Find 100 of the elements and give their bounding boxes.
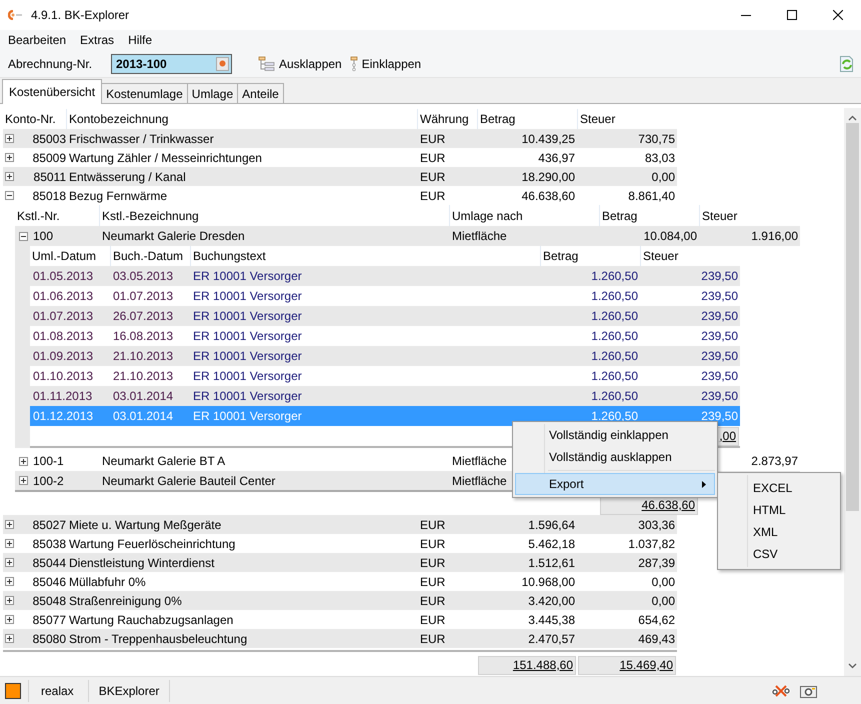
app-logo-icon: [8, 10, 23, 20]
table-cell-text: 5.462,18: [527, 536, 576, 550]
table-cell-text: 8.861,40: [627, 188, 676, 202]
table-cell-text: 1.260,50: [590, 309, 639, 323]
menu-item[interactable]: HTML: [720, 499, 838, 521]
expand-icon[interactable]: [5, 558, 14, 567]
menu-item[interactable]: XML: [720, 521, 838, 543]
table-cell-text: 03.01.2014: [112, 409, 174, 423]
table-row[interactable]: 01.09.2013 21.10.2013 ER 10001 Versorger 1.260,50 239,50: [30, 346, 740, 366]
table-cell-text: 0,00: [650, 574, 676, 588]
table-cell-text: ER 10001 Versorger: [192, 269, 303, 283]
table-row[interactable]: 85027 Miete u. Wartung Meßgeräte EUR 1.596,64 303,36: [3, 515, 677, 534]
field-label: Abrechnung-Nr.: [8, 56, 94, 70]
expand-icon[interactable]: [5, 615, 14, 624]
column-header[interactable]: Uml.-Datum: [30, 246, 110, 266]
table-row[interactable]: 85003 Frischwasser / Trinkwasser EUR 10.439,25 730,75: [3, 129, 677, 148]
scrollbar-thumb[interactable]: [846, 123, 859, 511]
table-row[interactable]: 01.07.2013 26.07.2013 ER 10001 Versorger 1.260,50 239,50: [30, 306, 740, 326]
collapse-all-button[interactable]: Einklappen: [346, 52, 426, 74]
table-row[interactable]: 85011 Entwässerung / Kanal EUR 18.290,00 0,00: [3, 167, 677, 186]
export-icon[interactable]: [772, 684, 790, 698]
table-row[interactable]: 85080 Strom - Treppenhausbeleuchtung EUR 2.470,57 469,43: [3, 629, 677, 648]
table-row[interactable]: 01.11.2013 03.01.2014 ER 10001 Versorger 1.260,50 239,50: [30, 386, 740, 406]
expand-icon[interactable]: [5, 634, 14, 643]
table-cell: 100-1: [33, 454, 64, 468]
table-cell: 85038: [32, 536, 66, 550]
table-cell-text: 03.05.2013: [112, 269, 174, 283]
collapse-icon[interactable]: [19, 232, 28, 240]
menu-item[interactable]: Bearbeiten: [1, 33, 74, 47]
camera-icon[interactable]: [800, 684, 817, 698]
table-cell-text: 03.01.2014: [112, 389, 174, 403]
table-cell-text: ER 10001 Versorger: [192, 409, 303, 423]
table-row[interactable]: 01.08.2013 16.08.2013 ER 10001 Versorger 1.260,50 239,50: [30, 326, 740, 346]
menu-item[interactable]: CSV: [720, 543, 838, 565]
table-cell-text: Mietfläche: [451, 454, 508, 468]
table-cell-text: ER 10001 Versorger: [192, 349, 303, 363]
table-cell: 85046: [32, 574, 66, 588]
tab[interactable]: Kostenumlage: [101, 83, 188, 103]
expand-icon[interactable]: [19, 456, 28, 466]
table-cell-text: 0,00: [650, 594, 676, 608]
expand-icon[interactable]: [5, 520, 14, 529]
expand-icon[interactable]: [5, 153, 14, 162]
expand-all-button[interactable]: Ausklappen: [254, 52, 346, 74]
expand-icon[interactable]: [19, 476, 28, 485]
expand-icon[interactable]: [5, 539, 14, 548]
table-cell-text: 239,50: [700, 409, 739, 423]
status-square-icon: [5, 682, 21, 698]
table-cell-text: 730,75: [637, 132, 676, 146]
table-cell-text: Mietfläche: [451, 474, 508, 488]
table-cell-text: 436,97: [537, 150, 576, 164]
tab[interactable]: Kostenübersicht: [2, 79, 102, 104]
tab[interactable]: Umlage: [186, 83, 238, 103]
table-cell-text: 10.968,00: [520, 574, 576, 588]
dropdown-button[interactable]: [216, 56, 229, 70]
collapse-icon[interactable]: [5, 191, 14, 200]
column-header[interactable]: Kstl.-Nr.: [15, 205, 99, 226]
table-cell-text: EUR: [419, 594, 446, 608]
table-row[interactable]: 85044 Dienstleistung Winterdienst EUR 1.512,61 287,39: [3, 553, 677, 572]
table-row[interactable]: 01.05.2013 03.05.2013 ER 10001 Versorger 1.260,50 239,50: [30, 266, 740, 286]
table-cell-text: 01.07.2013: [32, 309, 94, 323]
table-cell-text: ER 10001 Versorger: [192, 309, 303, 323]
table-cell-text: 01.08.2013: [32, 329, 94, 343]
expand-icon[interactable]: [5, 172, 14, 181]
column-header[interactable]: Konto-Nr.: [3, 109, 66, 129]
menu-item[interactable]: Hilfe: [121, 33, 160, 47]
menu-item[interactable]: Extras: [73, 33, 122, 47]
table-cell-text: Wartung Zähler / Messeinrichtungen: [68, 150, 263, 164]
table-cell-text: Müllabfuhr 0%: [68, 574, 147, 588]
table-cell-text: 469,43: [637, 632, 676, 646]
dot-icon: [219, 60, 226, 67]
expand-icon[interactable]: [5, 596, 14, 605]
table-cell: 85048: [32, 594, 66, 608]
table-row[interactable]: 100 Neumarkt Galerie Dresden Mietfläche 10.084,00 1.916,00: [15, 226, 800, 246]
table-cell-text: 239,50: [700, 289, 739, 303]
table-cell-text: Wartung Feuerlöscheinrichtung: [68, 536, 236, 550]
table-cell-text: Bezug Fernwärme: [68, 188, 168, 202]
table-cell-text: Entwässerung / Kanal: [68, 170, 187, 184]
table-cell-text: 1.260,50: [590, 369, 639, 383]
table-cell-text: 46.638,60: [520, 188, 576, 202]
table-cell-text: 1.916,00: [750, 229, 799, 243]
table-cell-text: 2.873,97: [750, 454, 799, 468]
menu-item[interactable]: Export: [515, 473, 715, 495]
table-row[interactable]: 85048 Straßenreinigung 0% EUR 3.420,00 0,00: [3, 591, 677, 610]
table-cell-text: EUR: [419, 556, 446, 570]
expand-icon[interactable]: [5, 134, 14, 143]
scroll-up-icon[interactable]: [848, 115, 857, 121]
table-cell-text: 83,03: [644, 150, 676, 164]
table-row[interactable]: 01.06.2013 01.07.2013 ER 10001 Versorger 1.260,50 239,50: [30, 286, 740, 306]
menu-item[interactable]: Vollständig ausklappen: [515, 446, 715, 468]
table-cell: 85009: [32, 150, 66, 164]
scrollbar[interactable]: [844, 108, 861, 676]
table-cell-text: 3.420,00: [527, 594, 576, 608]
input-field[interactable]: 2013-100: [111, 54, 232, 74]
table-cell-text: 10.439,25: [520, 132, 576, 146]
expand-icon[interactable]: [5, 577, 14, 586]
table-cell-text: Mietfläche: [451, 229, 508, 243]
tab[interactable]: Anteile: [237, 83, 284, 103]
scroll-down-icon[interactable]: [848, 663, 857, 669]
table-cell-text: 1.260,50: [590, 329, 639, 343]
table-row[interactable]: 01.10.2013 21.10.2013 ER 10001 Versorger 1.260,50 239,50: [30, 366, 740, 386]
